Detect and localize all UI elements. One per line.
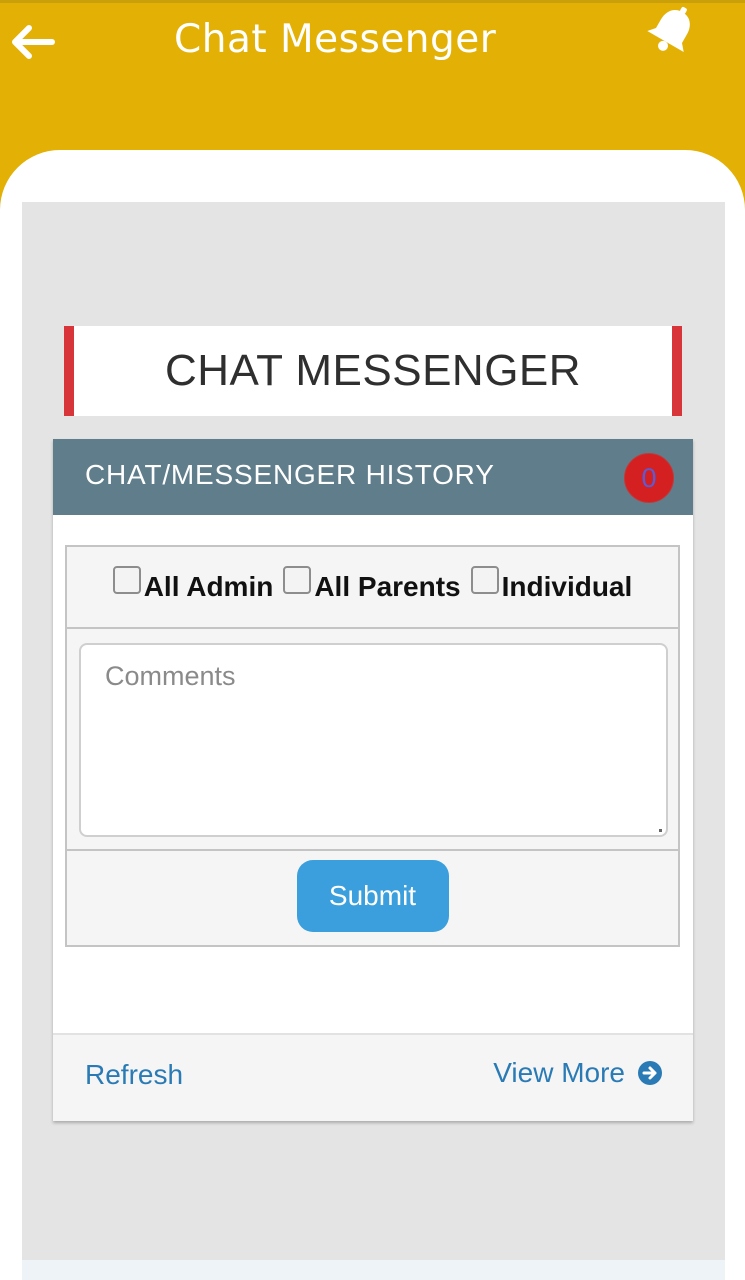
panel-title: CHAT/MESSENGER HISTORY [85,459,495,490]
submit-button[interactable]: Submit [296,860,449,932]
comments-box [79,643,668,837]
app-screen: Chat Messenger CHAT MESSENGER CHAT/MESSE… [0,0,745,1280]
chat-history-panel: CHAT/MESSENGER HISTORY 0 All Admin All P… [53,439,693,1121]
content-bottom-strip [22,1260,725,1280]
panel-footer: Refresh View More [53,1033,693,1121]
page-heading-banner: CHAT MESSENGER [64,326,682,416]
all-admin-checkbox[interactable] [112,566,141,594]
recipient-option-label: Individual [501,571,633,602]
view-more-link[interactable]: View More [493,1057,663,1089]
panel-header: CHAT/MESSENGER HISTORY 0 [53,439,693,515]
view-more-label: View More [493,1057,625,1088]
notifications-button[interactable] [640,3,702,61]
app-bar: Chat Messenger [0,0,745,150]
arrow-left-icon [12,25,55,59]
bell-icon [647,6,690,53]
recipient-options: All Admin All Parents Individual [67,547,678,629]
comments-input[interactable] [81,645,666,835]
arrow-circle-right-icon [638,1061,662,1085]
recipient-option-all-parents[interactable]: All Parents [283,566,461,603]
message-form: All Admin All Parents Individual Su [65,545,680,947]
recipient-option-label: All Parents [314,571,461,602]
submit-row: Submit [67,851,678,945]
page-heading: CHAT MESSENGER [164,346,582,395]
recipient-option-individual[interactable]: Individual [470,566,633,603]
recipient-option-all-admin[interactable]: All Admin [112,566,274,603]
resize-handle[interactable] [659,829,662,832]
recipient-option-label: All Admin [143,571,274,602]
message-count-badge: 0 [624,453,674,503]
all-parents-checkbox[interactable] [283,566,312,594]
app-title: Chat Messenger [174,17,497,62]
refresh-link[interactable]: Refresh [85,1059,183,1091]
comments-row [67,629,678,851]
individual-checkbox[interactable] [470,566,499,594]
back-button[interactable] [8,17,58,67]
